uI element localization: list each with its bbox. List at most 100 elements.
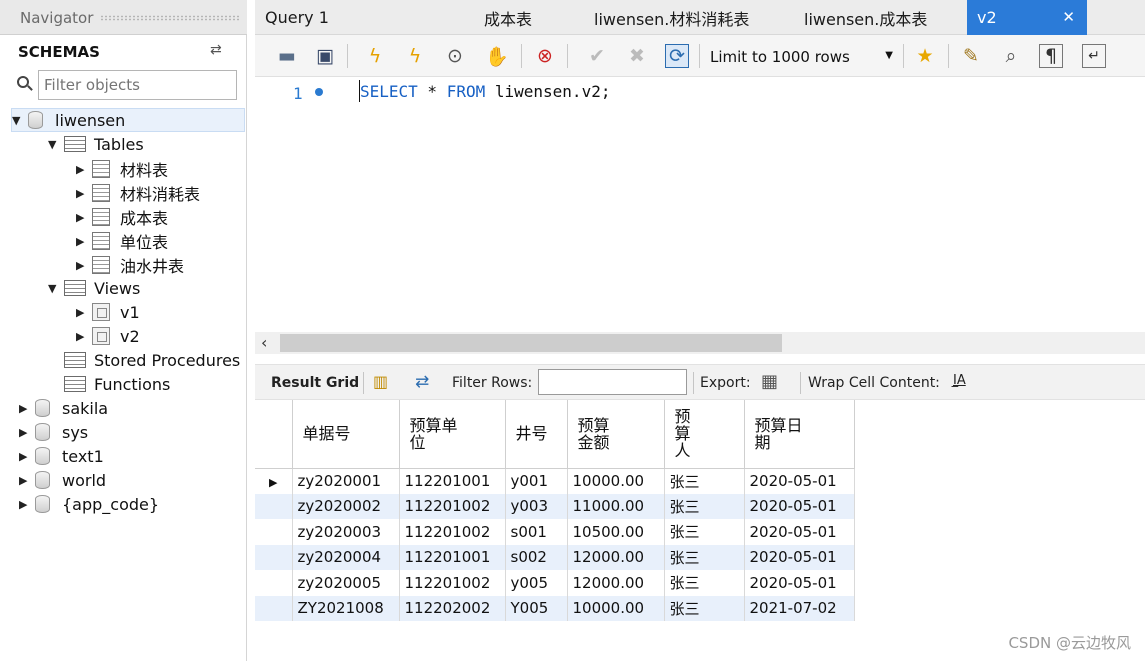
table-cell[interactable]: 12000.00 bbox=[567, 544, 665, 570]
table-cell[interactable]: Y005 bbox=[505, 595, 568, 621]
table-row[interactable]: zy2020005 112201002 y005 12000.00 张三 202… bbox=[255, 570, 855, 596]
beautify-icon[interactable]: ✎ bbox=[959, 44, 983, 68]
table-cell[interactable]: zy2020003 bbox=[292, 519, 400, 545]
table-cell[interactable]: 张三 bbox=[664, 493, 745, 519]
stop-icon[interactable]: ✋ bbox=[485, 44, 509, 68]
tab-v2[interactable]: v2 ✕ bbox=[967, 0, 1087, 35]
expand-arrow-icon[interactable]: ▶ bbox=[19, 426, 29, 439]
sql-statement[interactable]: SELECT * FROM liwensen.v2; bbox=[360, 82, 610, 101]
tree-item-stored-procedures[interactable]: Stored Procedures bbox=[64, 348, 240, 372]
table-cell[interactable]: 张三 bbox=[664, 595, 745, 621]
column-header[interactable]: 单据号 bbox=[292, 400, 400, 469]
table-cell[interactable]: 12000.00 bbox=[567, 570, 665, 596]
table-row[interactable]: zy2020002 112201002 y003 11000.00 张三 202… bbox=[255, 493, 855, 519]
table-cell[interactable]: y005 bbox=[505, 570, 568, 596]
tree-item-table[interactable]: ▶ 油水井表 bbox=[76, 253, 184, 277]
tree-item-views[interactable]: ▼ Views bbox=[48, 276, 140, 300]
filter-objects-input[interactable] bbox=[38, 70, 237, 100]
table-cell[interactable]: y001 bbox=[505, 468, 568, 494]
tree-item-view[interactable]: ▶ v2 bbox=[76, 324, 140, 348]
row-selector[interactable] bbox=[255, 519, 293, 545]
expand-arrow-icon[interactable]: ▶ bbox=[76, 330, 86, 343]
table-cell[interactable]: 112201002 bbox=[399, 570, 506, 596]
scroll-left-icon[interactable]: ‹ bbox=[261, 333, 267, 352]
tree-item-schema[interactable]: ▶ text1 bbox=[19, 444, 104, 468]
collapse-arrow-icon[interactable]: ▼ bbox=[12, 114, 22, 127]
tree-item-schema[interactable]: ▶ sys bbox=[19, 420, 88, 444]
row-selector[interactable]: ▶ bbox=[255, 468, 293, 494]
row-selector[interactable] bbox=[255, 493, 293, 519]
table-cell[interactable]: 2020-05-01 bbox=[744, 570, 855, 596]
row-selector[interactable] bbox=[255, 544, 293, 570]
table-cell[interactable]: 2021-07-02 bbox=[744, 595, 855, 621]
expand-arrow-icon[interactable]: ▶ bbox=[76, 211, 86, 224]
expand-arrow-icon[interactable]: ▶ bbox=[76, 306, 86, 319]
sql-editor[interactable]: 1 SELECT * FROM liwensen.v2; bbox=[255, 77, 1145, 332]
table-cell[interactable]: 张三 bbox=[664, 544, 745, 570]
tree-item-table[interactable]: ▶ 材料消耗表 bbox=[76, 181, 200, 205]
expand-arrow-icon[interactable]: ▶ bbox=[76, 163, 86, 176]
table-cell[interactable]: 112201001 bbox=[399, 544, 506, 570]
execute-current-icon[interactable]: ϟ bbox=[403, 44, 427, 68]
panel-grip-icon[interactable] bbox=[100, 15, 240, 21]
explain-icon[interactable]: ⊙ bbox=[443, 44, 467, 68]
table-cell[interactable]: s002 bbox=[505, 544, 568, 570]
table-cell[interactable]: 112201001 bbox=[399, 468, 506, 494]
save-icon[interactable]: ▣ bbox=[313, 44, 337, 68]
table-cell[interactable]: 112202002 bbox=[399, 595, 506, 621]
tab-liwensen-cost[interactable]: liwensen.成本表 bbox=[804, 0, 927, 35]
limit-rows-select[interactable]: Limit to 1000 rows ▼ bbox=[710, 45, 897, 69]
wrap-icon[interactable]: ↵ bbox=[1082, 44, 1106, 68]
column-header[interactable]: 预 算 人 bbox=[664, 400, 745, 469]
column-header[interactable]: 预算日 期 bbox=[744, 400, 855, 469]
table-cell[interactable]: 10500.00 bbox=[567, 519, 665, 545]
table-cell[interactable]: zy2020005 bbox=[292, 570, 400, 596]
tree-item-liwensen[interactable]: ▼ liwensen bbox=[11, 108, 245, 132]
tree-item-schema[interactable]: ▶ sakila bbox=[19, 396, 108, 420]
tab-material-consumption[interactable]: liwensen.材料消耗表 bbox=[594, 0, 749, 35]
collapse-arrow-icon[interactable]: ▼ bbox=[48, 138, 58, 151]
result-grid-button[interactable]: Result Grid bbox=[271, 375, 359, 391]
tree-item-view[interactable]: ▶ v1 bbox=[76, 300, 140, 324]
tree-item-schema[interactable]: ▶ {app_code} bbox=[19, 492, 159, 516]
tree-item-table[interactable]: ▶ 成本表 bbox=[76, 205, 168, 229]
editor-horizontal-scrollbar[interactable]: ‹ bbox=[255, 332, 1145, 354]
expand-arrow-icon[interactable]: ▶ bbox=[19, 474, 29, 487]
scrollbar-thumb[interactable] bbox=[280, 334, 782, 352]
row-selector[interactable] bbox=[255, 570, 293, 596]
tree-item-table[interactable]: ▶ 单位表 bbox=[76, 229, 168, 253]
expand-arrow-icon[interactable]: ▶ bbox=[19, 402, 29, 415]
column-header[interactable]: 预算单 位 bbox=[399, 400, 506, 469]
table-cell[interactable]: 112201002 bbox=[399, 519, 506, 545]
expand-arrow-icon[interactable]: ▶ bbox=[76, 235, 86, 248]
rollback-icon[interactable]: ✖ bbox=[625, 44, 649, 68]
table-cell[interactable]: 张三 bbox=[664, 570, 745, 596]
table-cell[interactable]: s001 bbox=[505, 519, 568, 545]
table-row[interactable]: ZY2021008 112202002 Y005 10000.00 张三 202… bbox=[255, 595, 855, 621]
tree-item-schema[interactable]: ▶ world bbox=[19, 468, 106, 492]
table-cell[interactable]: zy2020004 bbox=[292, 544, 400, 570]
collapse-arrow-icon[interactable]: ▼ bbox=[48, 282, 58, 295]
table-cell[interactable]: 10000.00 bbox=[567, 468, 665, 494]
grid-icon[interactable]: ▥ bbox=[373, 372, 388, 391]
table-cell[interactable]: 张三 bbox=[664, 468, 745, 494]
table-cell[interactable]: 10000.00 bbox=[567, 595, 665, 621]
table-cell[interactable]: 2020-05-01 bbox=[744, 468, 855, 494]
table-cell[interactable]: 2020-05-01 bbox=[744, 519, 855, 545]
invisible-chars-icon[interactable]: ¶ bbox=[1039, 44, 1063, 68]
table-cell[interactable]: zy2020001 bbox=[292, 468, 400, 494]
table-row[interactable]: zy2020003 112201002 s001 10500.00 张三 202… bbox=[255, 519, 855, 545]
expand-arrow-icon[interactable]: ▶ bbox=[19, 450, 29, 463]
table-cell[interactable]: y003 bbox=[505, 493, 568, 519]
table-cell[interactable]: 2020-05-01 bbox=[744, 544, 855, 570]
commit-icon[interactable]: ✔ bbox=[585, 44, 609, 68]
tree-item-table[interactable]: ▶ 材料表 bbox=[76, 157, 168, 181]
table-cell[interactable]: 张三 bbox=[664, 519, 745, 545]
table-cell[interactable]: 11000.00 bbox=[567, 493, 665, 519]
execute-icon[interactable]: ϟ bbox=[363, 44, 387, 68]
table-row[interactable]: ▶ zy2020001 112201001 y001 10000.00 张三 2… bbox=[255, 468, 855, 494]
column-header[interactable]: 井号 bbox=[505, 400, 568, 469]
open-folder-icon[interactable]: ▬ bbox=[275, 44, 299, 68]
toggle-error-icon[interactable]: ⊗ bbox=[533, 44, 557, 68]
expand-arrow-icon[interactable]: ▶ bbox=[76, 187, 86, 200]
